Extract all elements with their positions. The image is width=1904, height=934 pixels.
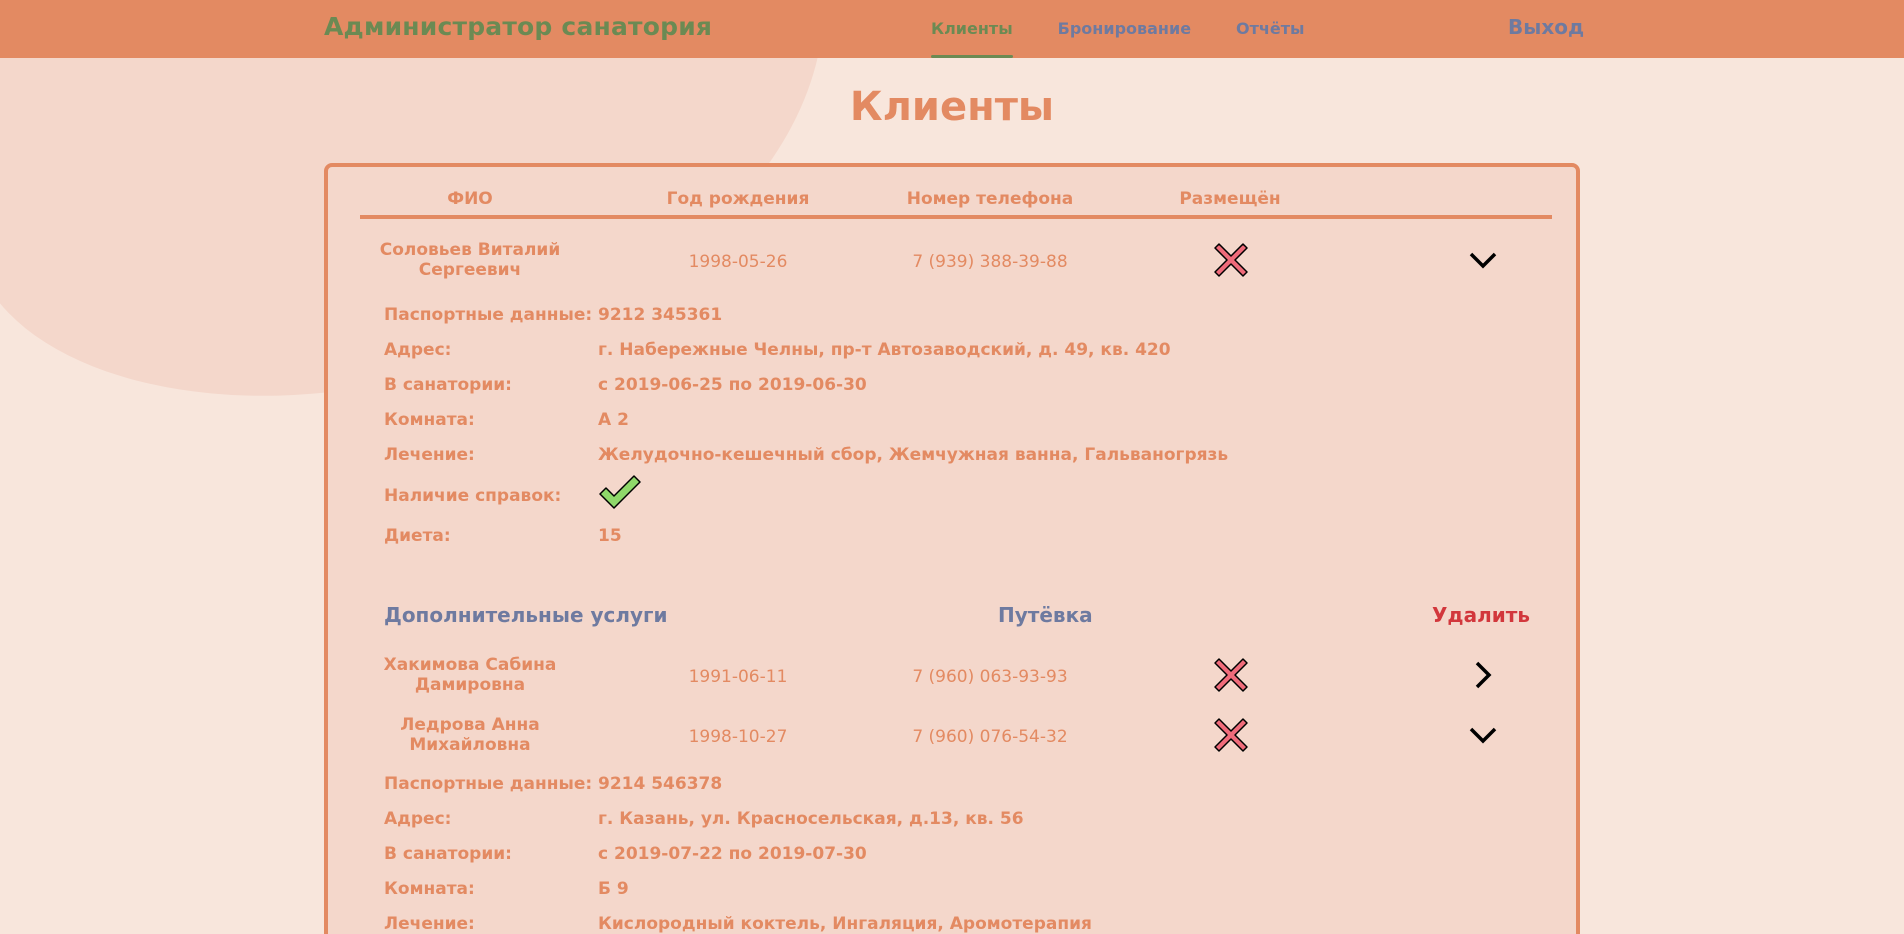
detail-label: Диета: xyxy=(384,526,451,546)
column-header-birth-year: Год рождения xyxy=(666,189,810,209)
client-phone: 7 (960) 063-93-93 xyxy=(912,667,1068,687)
column-header-placed: Размещён xyxy=(1179,189,1281,209)
main-nav: Клиенты Бронирование Отчёты xyxy=(931,0,1350,58)
table-header: ФИО Год рождения Номер телефона Размещён xyxy=(360,177,1552,219)
detail-label: Паспортные данные: xyxy=(384,774,593,794)
client-details: Паспортные данные: 9214 546378 Адрес: г.… xyxy=(384,768,1484,934)
chevron-down-icon[interactable] xyxy=(1465,717,1501,753)
client-birth-date: 1991-06-11 xyxy=(688,667,788,687)
detail-label: В санатории: xyxy=(384,844,512,864)
detail-stay: В санатории: с 2019-07-22 по 2019-07-30 xyxy=(384,838,1484,873)
table-row[interactable]: Соловьев Виталий Сергеевич 1998-05-26 7 … xyxy=(360,232,1552,290)
top-bar: Администратор санатория Клиенты Брониров… xyxy=(0,0,1904,58)
table-row[interactable]: Ледрова Анна Михайловна 1998-10-27 7 (96… xyxy=(360,707,1552,765)
detail-value: Желудочно-кешечный сбор, Жемчужная ванна… xyxy=(598,445,1229,465)
detail-value: с 2019-06-25 по 2019-06-30 xyxy=(598,375,867,395)
detail-treatment: Лечение: Кислородный коктель, Ингаляция,… xyxy=(384,908,1484,934)
detail-label: Комната: xyxy=(384,410,475,430)
chevron-down-icon[interactable] xyxy=(1465,242,1501,278)
detail-value: г. Набережные Челны, пр-т Автозаводский,… xyxy=(598,340,1171,360)
client-actions: Дополнительные услуги Путёвка Удалить xyxy=(384,603,1530,643)
detail-label: Наличие справок: xyxy=(384,486,562,506)
client-phone: 7 (960) 076-54-32 xyxy=(912,727,1068,747)
detail-passport: Паспортные данные: 9214 546378 xyxy=(384,768,1484,803)
detail-value: г. Казань, ул. Красносельская, д.13, кв.… xyxy=(598,809,1024,829)
delete-button[interactable]: Удалить xyxy=(1432,603,1530,627)
detail-label: Комната: xyxy=(384,879,475,899)
detail-value: Кислородный коктель, Ингаляция, Аромотер… xyxy=(598,914,1092,934)
detail-address: Адрес: г. Казань, ул. Красносельская, д.… xyxy=(384,803,1484,838)
column-header-name: ФИО xyxy=(447,189,493,209)
extra-services-button[interactable]: Дополнительные услуги xyxy=(384,603,668,627)
client-name: Хакимова Сабина Дамировна xyxy=(383,655,557,695)
detail-treatment: Лечение: Желудочно-кешечный сбор, Жемчуж… xyxy=(384,439,1484,474)
detail-address: Адрес: г. Набережные Челны, пр-т Автозав… xyxy=(384,334,1484,369)
nav-booking[interactable]: Бронирование xyxy=(1058,0,1191,58)
table-row[interactable]: Хакимова Сабина Дамировна 1991-06-11 7 (… xyxy=(360,647,1552,705)
cross-icon xyxy=(1214,658,1248,692)
client-birth-date: 1998-10-27 xyxy=(688,727,788,747)
detail-label: В санатории: xyxy=(384,375,512,395)
nav-clients[interactable]: Клиенты xyxy=(931,0,1013,58)
client-name: Ледрова Анна Михайловна xyxy=(400,715,540,755)
detail-value: 9212 345361 xyxy=(598,305,723,325)
detail-value: 15 xyxy=(598,526,622,546)
detail-value: с 2019-07-22 по 2019-07-30 xyxy=(598,844,867,864)
nav-reports[interactable]: Отчёты xyxy=(1236,0,1304,58)
checkmark-icon xyxy=(599,475,641,509)
column-header-phone: Номер телефона xyxy=(906,189,1074,209)
detail-value: Б 9 xyxy=(598,879,629,899)
client-phone: 7 (939) 388-39-88 xyxy=(912,252,1068,272)
cross-icon xyxy=(1214,243,1248,277)
chevron-right-icon[interactable] xyxy=(1465,657,1501,693)
detail-room: Комната: Б 9 xyxy=(384,873,1484,908)
detail-label: Адрес: xyxy=(384,809,452,829)
detail-stay: В санатории: с 2019-06-25 по 2019-06-30 xyxy=(384,369,1484,404)
client-details: Паспортные данные: 9212 345361 Адрес: г.… xyxy=(384,299,1484,555)
voucher-button[interactable]: Путёвка xyxy=(998,603,1093,627)
detail-label: Лечение: xyxy=(384,914,475,934)
detail-label: Адрес: xyxy=(384,340,452,360)
detail-diet: Диета: 15 xyxy=(384,520,1484,555)
detail-label: Лечение: xyxy=(384,445,475,465)
client-name: Соловьев Виталий Сергеевич xyxy=(379,240,561,280)
detail-value: А 2 xyxy=(598,410,629,430)
cross-icon xyxy=(1214,718,1248,752)
logout-link[interactable]: Выход xyxy=(1508,15,1584,39)
page-title: Клиенты xyxy=(849,84,1055,130)
detail-passport: Паспортные данные: 9212 345361 xyxy=(384,299,1484,334)
detail-certificates: Наличие справок: xyxy=(384,474,1484,520)
detail-label: Паспортные данные: xyxy=(384,305,593,325)
detail-room: Комната: А 2 xyxy=(384,404,1484,439)
clients-table: ФИО Год рождения Номер телефона Размещён… xyxy=(324,163,1580,934)
detail-value: 9214 546378 xyxy=(598,774,723,794)
app-title: Администратор санатория xyxy=(324,12,713,41)
client-birth-date: 1998-05-26 xyxy=(688,252,788,272)
